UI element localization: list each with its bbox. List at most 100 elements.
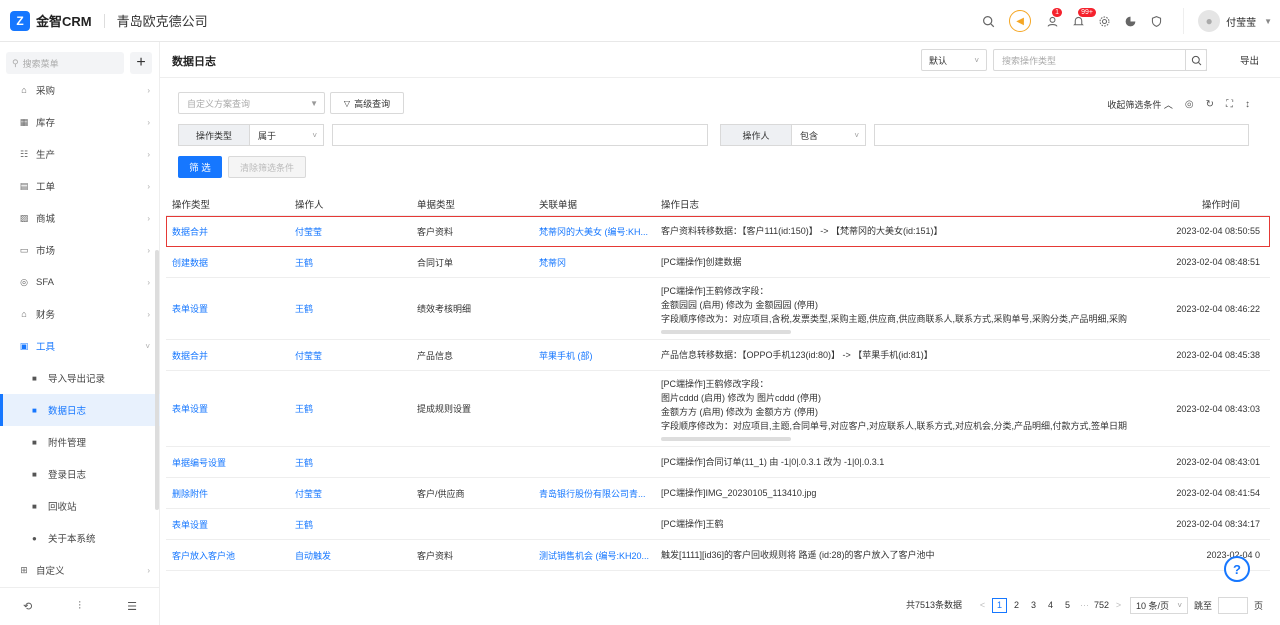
sidebar-item-recycle-bin[interactable]: ■ 回收站 (0, 490, 160, 522)
next-page-icon[interactable]: > (1111, 598, 1126, 613)
condition-value-input[interactable] (332, 124, 708, 146)
horizontal-scrollbar[interactable] (661, 436, 791, 441)
sidebar-item-import-export[interactable]: ■ 导入导出记录 (0, 362, 160, 394)
operator-link[interactable]: 付莹莹 (289, 225, 411, 238)
condition-operator-select[interactable]: 属于 ˅ (250, 124, 324, 146)
filter-icon: ▽ (343, 98, 351, 108)
operator-link[interactable]: 自动触发 (289, 549, 411, 562)
menu-search-input[interactable]: ⚲ 搜索菜单 (6, 52, 124, 74)
sidebar-item-production[interactable]: ☷ 生产 › (0, 138, 160, 170)
filter-button[interactable]: 筛 选 (178, 156, 222, 178)
clear-filters-button[interactable]: 清除筛选条件 (228, 156, 306, 178)
collapse-filters-button[interactable]: 收起筛选条件 ︿ (1107, 98, 1173, 111)
sort-select[interactable]: 默认 ˅ (921, 49, 987, 71)
gear-icon[interactable] (1091, 8, 1117, 34)
more-pages-icon[interactable]: ··· (1077, 598, 1092, 613)
related-document-link[interactable]: 青岛银行股份有限公司青... (533, 487, 655, 500)
operation-type-link[interactable]: 表单设置 (166, 402, 289, 415)
operator-link[interactable]: 付莹莹 (289, 349, 411, 362)
column-height-icon[interactable]: ↕ (1245, 99, 1250, 110)
condition-operator-select[interactable]: 包含 ˅ (792, 124, 866, 146)
operation-type-link[interactable]: 表单设置 (166, 302, 289, 315)
page-number-button[interactable]: 752 (1094, 598, 1109, 613)
collapse-menu-icon[interactable]: ☰ (127, 600, 137, 613)
settings-sliders-icon[interactable]: ⫶ (78, 600, 81, 613)
page-number-button[interactable]: 3 (1026, 598, 1041, 613)
sidebar-scrollbar[interactable] (155, 250, 159, 510)
history-icon[interactable]: ⟲ (23, 600, 32, 613)
user-menu[interactable]: ● 付莹莹 ▼ (1183, 8, 1280, 34)
sidebar-item-custom[interactable]: ⊞ 自定义 › (0, 554, 160, 586)
table-row[interactable]: 单据编号设置 王鹤 [PC端操作]合同订单(11_1) 由 -1|0|.0.3.1 … (166, 447, 1270, 478)
table-row[interactable]: 数据合并 付莹莹 客户资料 梵蒂冈的大美女 (编号:KH... 客户资料转移数据：【客户… (166, 216, 1270, 247)
sidebar-item-sfa[interactable]: ◎ SFA › (0, 266, 160, 298)
operation-type-link[interactable]: 数据合并 (166, 225, 289, 238)
sidebar-item-login-log[interactable]: ■ 登录日志 (0, 458, 160, 490)
settings-icon[interactable]: ◎ (1185, 99, 1194, 110)
condition-value-input[interactable] (874, 124, 1249, 146)
sidebar-item-mall[interactable]: ▨ 商城 › (0, 202, 160, 234)
related-document-link[interactable]: 测试销售机会 (编号:KH20... (533, 549, 655, 562)
operator-link[interactable]: 王鹤 (289, 456, 411, 469)
export-button[interactable]: 导出 (1240, 53, 1259, 67)
related-document-link[interactable]: 梵蒂冈 (533, 256, 655, 269)
search-button[interactable] (1185, 49, 1207, 71)
prev-page-icon[interactable]: < (975, 598, 990, 613)
operation-type-link[interactable]: 表单设置 (166, 518, 289, 531)
operator-link[interactable]: 付莹莹 (289, 487, 411, 500)
logo[interactable]: Z 金智CRM (10, 10, 92, 31)
table-row[interactable]: 创建数据 王鹤 合同订单 梵蒂冈 [PC端操作]创建数据 2023-02-04 08:48… (166, 247, 1270, 278)
speaker-icon[interactable]: ◀ (1009, 10, 1032, 32)
operation-type-link[interactable]: 删除附件 (166, 487, 289, 500)
operator-link[interactable]: 王鹤 (289, 518, 411, 531)
sidebar-item-label: 采购 (36, 86, 56, 97)
refresh-icon[interactable]: ↻ (1206, 99, 1214, 110)
total-count: 共7513条数据 (906, 600, 963, 610)
table-row[interactable]: 删除附件 付莹莹 客户/供应商 青岛银行股份有限公司青... [PC端操作]IMG_20… (166, 478, 1270, 509)
sfa-icon: ◎ (20, 276, 28, 287)
table-row[interactable]: 表单设置 王鹤 提成规则设置 [PC端操作]王鹤修改字段： 图片cddd (启用) 修改… (166, 371, 1270, 447)
related-document-link[interactable]: 梵蒂冈的大美女 (编号:KH... (533, 225, 655, 238)
sidebar-item-market[interactable]: ▭ 市场 › (0, 234, 160, 266)
cart-icon: ⌂ (21, 85, 27, 95)
table-row[interactable]: 数据合并 付莹莹 产品信息 苹果手机 (部) 产品信息转移数据：【OPPO手机123(i… (166, 340, 1270, 371)
shield-icon[interactable] (1143, 8, 1169, 34)
table-row[interactable]: 表单设置 王鹤 [PC端操作]王鹤 2023-02-04 08:34:17 (166, 509, 1270, 540)
sidebar-item-attachments[interactable]: ■ 附件管理 (0, 426, 160, 458)
sidebar-item-inventory[interactable]: ▦ 库存 › (0, 106, 160, 138)
operator-link[interactable]: 王鹤 (289, 302, 411, 315)
page-number-button[interactable]: 5 (1060, 598, 1075, 613)
page-number-button[interactable]: 1 (992, 597, 1007, 613)
operation-type-link[interactable]: 创建数据 (166, 256, 289, 269)
page-size-select[interactable]: 10 条/页 ˅ (1130, 597, 1188, 614)
sidebar-item-ticket[interactable]: ▤ 工单 › (0, 170, 160, 202)
add-menu-button[interactable]: + (130, 52, 152, 74)
sidebar-item-tools[interactable]: ▣ 工具 ˅ (0, 330, 160, 362)
sidebar-item-about[interactable]: ● 关于本系统 (0, 522, 160, 554)
operation-type-link[interactable]: 单据编号设置 (166, 456, 289, 469)
horizontal-scrollbar[interactable] (661, 329, 791, 334)
scheme-select[interactable]: 自定义方案查询 ▼ (178, 92, 325, 114)
sidebar-item-finance[interactable]: ⌂ 财务 › (0, 298, 160, 330)
page-number-button[interactable]: 2 (1009, 598, 1024, 613)
operator-link[interactable]: 王鹤 (289, 402, 411, 415)
bell-icon[interactable]: 99+ (1065, 8, 1096, 34)
sidebar-item-purchase[interactable]: ⌂ 采购 › (0, 74, 160, 106)
page-number-button[interactable]: 4 (1043, 598, 1058, 613)
search-icon[interactable] (975, 8, 1001, 34)
help-button[interactable]: ? (1224, 556, 1250, 582)
sidebar-item-label: 回收站 (48, 502, 77, 513)
operation-type-link[interactable]: 数据合并 (166, 349, 289, 362)
related-document-link[interactable]: 苹果手机 (部) (533, 349, 655, 362)
pie-chart-icon[interactable] (1117, 8, 1143, 34)
operation-type-search-input[interactable]: 搜索操作类型 (993, 49, 1207, 71)
message-icon[interactable]: 1 (1039, 8, 1065, 34)
table-row[interactable]: 表单设置 王鹤 绩效考核明细 [PC端操作]王鹤修改字段： 金额园园 (启用) 修改为 … (166, 278, 1270, 340)
sidebar-item-data-log[interactable]: ■ 数据日志 (0, 394, 160, 426)
operator-link[interactable]: 王鹤 (289, 256, 411, 269)
operation-type-link[interactable]: 客户放入客户池 (166, 549, 289, 562)
advanced-query-button[interactable]: ▽ 高级查询 (330, 92, 404, 114)
jump-page-input[interactable] (1218, 597, 1248, 614)
fullscreen-icon[interactable]: ⛶ (1226, 99, 1233, 110)
table-row[interactable]: 客户放入客户池 自动触发 客户资料 测试销售机会 (编号:KH20... 触发[1111… (166, 540, 1270, 571)
